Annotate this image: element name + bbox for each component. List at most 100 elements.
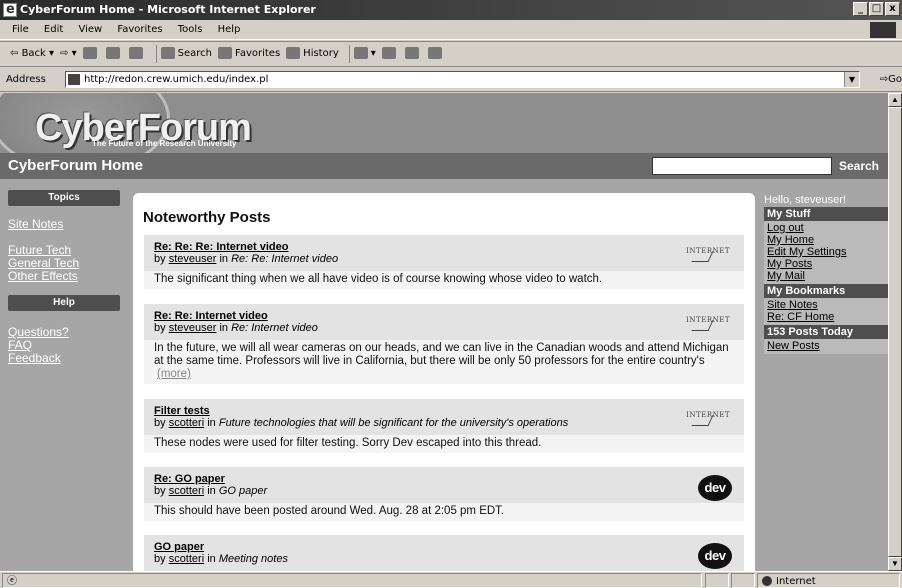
internet-logo-icon: INTERNET bbox=[686, 316, 730, 324]
bookmarks-list: Site Notes Re: CF Home bbox=[764, 298, 888, 325]
post-title-link[interactable]: Re: Re: Internet video bbox=[154, 310, 744, 322]
site-banner: CyberForum The Future of the Research Un… bbox=[0, 93, 888, 153]
post-item: Re: Re: Re: Internet video by steveuser … bbox=[144, 235, 744, 289]
menu-file[interactable]: File bbox=[6, 20, 35, 40]
post-body: This should have been posted around Wed.… bbox=[144, 503, 744, 521]
address-input[interactable]: http://redon.crew.umich.edu/index.pl ▼ bbox=[65, 71, 860, 88]
back-button[interactable]: ⇦ Back ▾ bbox=[10, 42, 54, 66]
post-author-link[interactable]: scotteri bbox=[169, 417, 204, 429]
go-button[interactable]: ⇨Go bbox=[880, 69, 902, 91]
menu-edit[interactable]: Edit bbox=[38, 20, 69, 40]
nav-other-effects[interactable]: Other Effects bbox=[8, 270, 128, 283]
log-out-link[interactable]: Log out bbox=[767, 222, 887, 234]
print-icon bbox=[381, 47, 396, 59]
page-title: CyberForum Home bbox=[8, 157, 144, 174]
history-button[interactable]: History bbox=[286, 42, 339, 66]
post-title-link[interactable]: Re: GO paper bbox=[154, 473, 744, 485]
menu-bar: File Edit View Favorites Tools Help bbox=[0, 20, 902, 40]
minimize-button[interactable]: _ bbox=[853, 2, 868, 16]
dev-logo-icon: dev bbox=[698, 543, 732, 569]
site-tagline: The Future of the Research University bbox=[92, 139, 237, 148]
left-sidebar: Topics Site Notes Future Tech General Te… bbox=[8, 190, 128, 365]
toolbar-separator bbox=[155, 45, 157, 63]
print-button[interactable] bbox=[381, 42, 399, 66]
nav-feedback[interactable]: Feedback bbox=[8, 352, 128, 365]
status-pane bbox=[731, 573, 755, 588]
post-title-link[interactable]: GO paper bbox=[154, 541, 744, 553]
post-forum: Re: Internet video bbox=[231, 322, 318, 334]
bookmark-site-notes[interactable]: Site Notes bbox=[767, 299, 887, 311]
zone-indicator: Internet bbox=[757, 573, 900, 588]
home-icon bbox=[128, 47, 143, 59]
stop-button[interactable] bbox=[82, 42, 100, 66]
my-home-link[interactable]: My Home bbox=[767, 234, 887, 246]
header-bar: CyberForum Home Search bbox=[0, 153, 888, 179]
mail-button[interactable]: ▾ bbox=[353, 42, 376, 66]
post-author-link[interactable]: steveuser bbox=[169, 253, 217, 265]
status-pane bbox=[705, 573, 729, 588]
windows-flag-icon bbox=[870, 22, 896, 38]
menu-help[interactable]: Help bbox=[212, 20, 247, 40]
help-heading: Help bbox=[8, 295, 120, 311]
address-dropdown-icon[interactable]: ▼ bbox=[844, 72, 859, 87]
post-author-link[interactable]: scotteri bbox=[169, 485, 204, 497]
favorites-button[interactable]: Favorites bbox=[218, 42, 280, 66]
scroll-down-icon[interactable]: ▼ bbox=[888, 557, 902, 571]
post-forum: GO paper bbox=[218, 485, 268, 497]
search-icon bbox=[160, 47, 175, 59]
my-mail-link[interactable]: My Mail bbox=[767, 270, 887, 282]
search-button[interactable]: Search bbox=[160, 42, 212, 66]
vertical-scrollbar[interactable]: ▲ ▼ bbox=[888, 93, 902, 571]
edit-icon bbox=[404, 47, 419, 59]
address-url: http://redon.crew.umich.edu/index.pl bbox=[84, 74, 269, 85]
post-author-link[interactable]: scotteri bbox=[169, 553, 204, 565]
discuss-button[interactable] bbox=[427, 42, 445, 66]
topics-heading: Topics bbox=[8, 190, 120, 206]
section-title: Noteworthy Posts bbox=[143, 209, 271, 226]
nav-site-notes[interactable]: Site Notes bbox=[8, 218, 128, 231]
page-status-icon: ⓔ bbox=[7, 576, 17, 587]
favorites-icon bbox=[218, 47, 232, 59]
address-bar: Address http://redon.crew.umich.edu/inde… bbox=[0, 68, 902, 92]
dev-logo-icon: dev bbox=[698, 475, 732, 501]
bookmark-cf-home[interactable]: Re: CF Home bbox=[767, 311, 887, 323]
post-item: Filter tests by scotteri in Future techn… bbox=[144, 399, 744, 453]
menu-favorites[interactable]: Favorites bbox=[111, 20, 168, 40]
maximize-button[interactable]: □ bbox=[869, 2, 884, 16]
site-search-button[interactable]: Search bbox=[832, 157, 886, 175]
my-posts-link[interactable]: My Posts bbox=[767, 258, 887, 270]
post-byline: by scotteri in Meeting notes bbox=[154, 553, 288, 565]
edit-settings-link[interactable]: Edit My Settings bbox=[767, 246, 887, 258]
refresh-button[interactable] bbox=[105, 42, 123, 66]
post-title-link[interactable]: Filter tests bbox=[154, 405, 744, 417]
back-arrow-icon: ⇦ bbox=[10, 48, 22, 59]
internet-logo-icon: INTERNET bbox=[686, 411, 730, 419]
post-title-link[interactable]: Re: Re: Re: Internet video bbox=[154, 241, 744, 253]
menu-view[interactable]: View bbox=[72, 20, 108, 40]
post-byline: by scotteri in GO paper bbox=[154, 485, 268, 497]
scroll-thumb[interactable] bbox=[888, 107, 902, 557]
forward-button[interactable]: ⇨ ▾ bbox=[60, 42, 77, 66]
stop-icon bbox=[82, 47, 97, 59]
discuss-icon bbox=[427, 47, 442, 59]
scroll-up-icon[interactable]: ▲ bbox=[888, 93, 902, 107]
page-content[interactable]: CyberForum The Future of the Research Un… bbox=[0, 93, 888, 571]
home-button[interactable] bbox=[128, 42, 146, 66]
post-body: The significant thing when we all have v… bbox=[144, 271, 744, 289]
toolbar: ⇦ Back ▾ ⇨ ▾ Search Favorites History ▾ bbox=[0, 41, 902, 67]
post-item: GO paper by scotteri in Meeting notes de… bbox=[144, 535, 744, 571]
post-byline: by steveuser in Re: Re: Internet video bbox=[154, 253, 339, 265]
status-bar: ⓔ Internet bbox=[0, 571, 902, 588]
post-forum: Meeting notes bbox=[218, 553, 288, 565]
menu-tools[interactable]: Tools bbox=[172, 20, 209, 40]
browser-window: CyberForum Home - Microsoft Internet Exp… bbox=[0, 0, 902, 588]
post-body: In the future, we will all wear cameras … bbox=[144, 340, 744, 384]
post-item: Re: Re: Internet video by steveuser in R… bbox=[144, 304, 744, 384]
post-author-link[interactable]: steveuser bbox=[169, 322, 217, 334]
new-posts-link[interactable]: New Posts bbox=[767, 340, 887, 352]
close-button[interactable]: x bbox=[885, 2, 900, 16]
post-byline: by steveuser in Re: Internet video bbox=[154, 322, 318, 334]
more-link[interactable]: (more) bbox=[157, 368, 191, 380]
edit-button[interactable] bbox=[404, 42, 422, 66]
search-input[interactable] bbox=[652, 157, 832, 175]
